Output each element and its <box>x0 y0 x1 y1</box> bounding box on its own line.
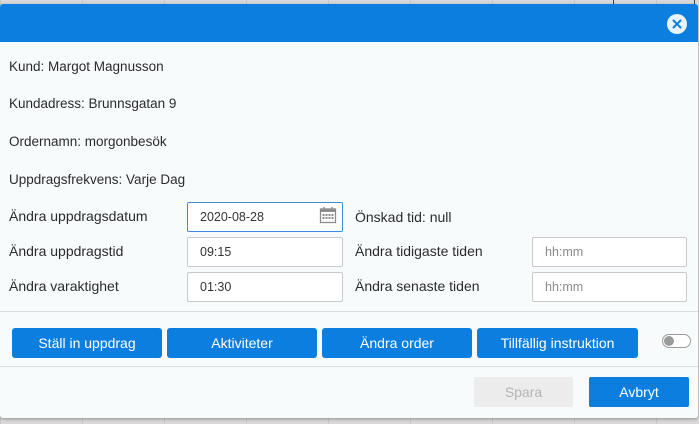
duration-label: Ändra varaktighet <box>9 278 119 294</box>
earliest-time-label: Ändra tidigaste tiden <box>355 243 483 259</box>
cancel-assignment-button[interactable]: Ställ in uppdrag <box>12 328 162 358</box>
time-input[interactable] <box>187 237 343 267</box>
save-button[interactable]: Spara <box>474 377 573 407</box>
divider <box>0 311 698 312</box>
desired-time: Önskad tid: null <box>355 209 452 225</box>
customer-address: Kundadress: Brunnsgatan 9 <box>9 96 177 111</box>
date-label: Ändra uppdragsdatum <box>9 208 148 224</box>
footer-divider <box>0 366 698 367</box>
latest-time-input[interactable] <box>532 272 687 302</box>
latest-time-label: Ändra senaste tiden <box>355 278 480 294</box>
cancel-button[interactable]: Avbryt <box>589 377 689 407</box>
toggle-knob <box>664 336 674 346</box>
edit-assignment-dialog: Kund: Margot Magnusson Kundadress: Brunn… <box>0 4 698 418</box>
time-label: Ändra uppdragstid <box>9 243 124 259</box>
change-order-button[interactable]: Ändra order <box>322 328 472 358</box>
dialog-header <box>0 4 698 42</box>
activities-button[interactable]: Aktiviteter <box>167 328 317 358</box>
duration-input[interactable] <box>187 272 343 302</box>
temporary-instruction-button[interactable]: Tillfällig instruktion <box>477 328 638 358</box>
instruction-toggle[interactable] <box>662 334 691 348</box>
assignment-frequency: Uppdragsfrekvens: Varje Dag <box>9 172 186 187</box>
close-icon <box>672 19 682 29</box>
close-button[interactable] <box>667 14 687 34</box>
calendar-icon[interactable] <box>319 206 337 224</box>
customer-name: Kund: Margot Magnusson <box>9 59 164 74</box>
earliest-time-input[interactable] <box>532 237 687 267</box>
order-name: Ordernamn: morgonbesök <box>9 134 167 149</box>
